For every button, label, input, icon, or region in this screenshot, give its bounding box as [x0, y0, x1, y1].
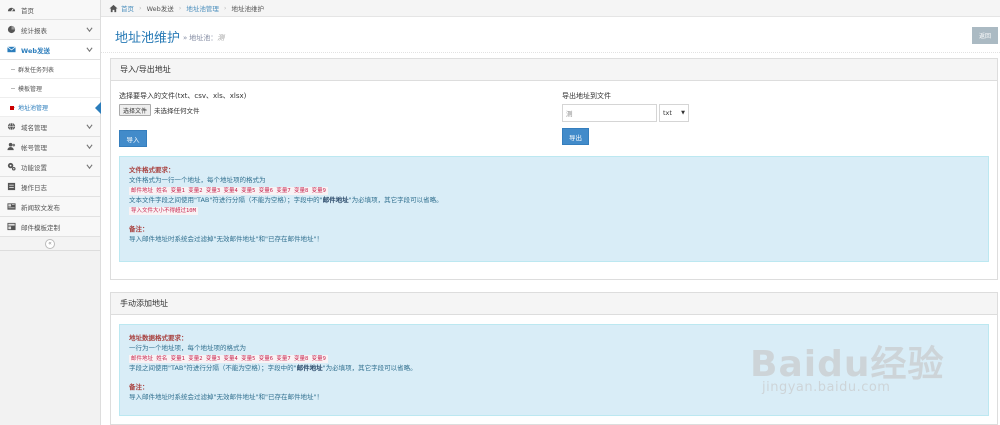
sidebar-item-settings[interactable]: 功能设置	[0, 157, 100, 177]
info-text: 字段之间使用"TAB"符进行分隔（不能为空格）；字段中的"	[129, 364, 297, 372]
export-format-select[interactable]: txt ▼	[659, 104, 689, 122]
info-bold: 邮件地址	[296, 364, 323, 372]
sidebar-subitem-template-manage[interactable]: 模板管理	[0, 79, 100, 98]
cogs-icon	[6, 162, 16, 172]
note-text: 导入邮件地址时系统会过滤掉"无效邮件地址"和"已存在邮件地址"！	[129, 393, 323, 401]
template-icon	[6, 222, 16, 232]
breadcrumb-separator: ›	[178, 4, 182, 12]
file-status: 未选择任何文件	[154, 107, 200, 115]
chevron-down-icon	[86, 27, 93, 33]
sidebar-item-web-send[interactable]: Web发送	[0, 40, 100, 60]
info-title: 文件格式要求：	[129, 166, 175, 174]
globe-icon	[6, 122, 16, 132]
home-icon	[109, 4, 118, 12]
panel-title: 导入/导出地址	[111, 59, 997, 81]
caret-down-icon: ▼	[681, 110, 685, 116]
chevron-down-icon	[86, 47, 93, 53]
chevron-down-icon	[86, 164, 93, 170]
sidebar-subitem-label: 地址池管理	[18, 104, 49, 112]
sidebar-item-label: Web发送	[21, 46, 50, 55]
format-code: 邮件地址 姓名 变量1 变量2 变量3 变量4 变量5 变量6 变量7 变量8 …	[129, 187, 328, 195]
sidebar-item-label: 帐号管理	[21, 143, 47, 152]
sidebar-item-label: 邮件模板定制	[21, 223, 60, 232]
sidebar: 首页 统计报表 Web发送 群发任务列表 模板管理 地址池管理 域名管理 帐号管…	[0, 0, 101, 425]
import-button[interactable]: 导入	[119, 130, 147, 147]
envelope-icon	[6, 45, 16, 55]
note-title: 备注：	[129, 225, 149, 233]
info-text: "为必填项，其它字段可以省略。	[322, 364, 417, 372]
file-format-info-box: 文件格式要求： 文件格式为一行一个地址，每个地址项的格式为 邮件地址 姓名 变量…	[119, 156, 989, 262]
breadcrumb: 首页 › Web发送 › 地址池管理 › 地址池维护	[101, 0, 1000, 17]
info-line: 文件格式为一行一个地址，每个地址项的格式为	[129, 176, 266, 184]
info-title: 地址数据格式要求：	[129, 334, 188, 342]
sidebar-item-label: 域名管理	[21, 123, 47, 132]
info-text: "为必填项，其它字段可以省略。	[348, 196, 443, 204]
note-title: 备注：	[129, 383, 149, 391]
active-marker	[10, 106, 14, 110]
address-format-info-box: 地址数据格式要求： 一行为一个地址项，每个地址项的格式为 邮件地址 姓名 变量1…	[119, 324, 989, 416]
sidebar-item-news-publish[interactable]: 新闻软文发布	[0, 197, 100, 217]
tachometer-icon	[6, 5, 16, 15]
users-icon	[6, 142, 16, 152]
sidebar-item-label: 统计报表	[21, 26, 47, 35]
sidebar-item-mail-template[interactable]: 邮件模板定制	[0, 217, 100, 237]
sidebar-item-label: 新闻软文发布	[21, 203, 60, 212]
breadcrumb-current: 地址池维护	[231, 5, 265, 13]
format-code: 邮件地址 姓名 变量1 变量2 变量3 变量4 变量5 变量6 变量7 变量8 …	[129, 355, 328, 363]
sidebar-item-account[interactable]: 帐号管理	[0, 137, 100, 157]
sidebar-subitem-label: 模板管理	[18, 85, 43, 93]
choose-file-button[interactable]: 选择文件	[119, 104, 152, 116]
page-header: 地址池维护 » 地址池：测 返回	[101, 17, 1000, 53]
collapse-sidebar-button[interactable]: «	[45, 238, 55, 249]
sidebar-subitem-label: 群发任务列表	[18, 66, 55, 74]
manual-add-panel: 手动添加地址 地址数据格式要求： 一行为一个地址项，每个地址项的格式为 邮件地址…	[110, 292, 998, 425]
chevron-down-icon	[86, 144, 93, 150]
note-text: 导入邮件地址时系统会过滤掉"无效邮件地址"和"已存在邮件地址"！	[129, 235, 323, 243]
list-icon	[6, 182, 16, 192]
info-bold: 邮件地址	[322, 196, 349, 204]
pie-chart-icon	[6, 25, 16, 35]
info-line: 一行为一个地址项，每个地址项的格式为	[129, 344, 246, 352]
breadcrumb-web-send: Web发送	[146, 5, 174, 13]
breadcrumb-home-link[interactable]: 首页	[121, 3, 134, 13]
subtitle-arrow: »	[183, 34, 188, 42]
file-input[interactable]: 选择文件 未选择任何文件	[119, 104, 200, 116]
export-button[interactable]: 导出	[562, 128, 589, 145]
subtitle-pool-name: 测	[217, 34, 225, 42]
info-line: 字段之间使用"TAB"符进行分隔（不能为空格）；字段中的"邮件地址"为必填项，其…	[129, 363, 979, 373]
page-title: 地址池维护	[115, 31, 181, 46]
sidebar-collapse-bar: «	[0, 237, 100, 251]
subtitle-prefix: 地址池：	[189, 34, 218, 42]
newspaper-icon	[6, 202, 16, 212]
export-file-label: 导出地址到文件	[562, 92, 611, 100]
export-name-input[interactable]: 测	[562, 104, 657, 122]
breadcrumb-separator: ›	[223, 4, 227, 12]
sidebar-item-domain[interactable]: 域名管理	[0, 117, 100, 137]
sidebar-item-home[interactable]: 首页	[0, 0, 100, 20]
return-button[interactable]: 返回	[972, 27, 998, 44]
page-subtitle: » 地址池：测	[183, 33, 224, 43]
import-export-panel: 导入/导出地址 选择要导入的文件(txt、csv、xls、xlsx) 选择文件 …	[110, 58, 998, 280]
chevron-down-icon	[86, 124, 93, 130]
breadcrumb-address-pool-link[interactable]: 地址池管理	[186, 3, 219, 13]
panel-title: 手动添加地址	[111, 293, 997, 315]
breadcrumb-separator: ›	[139, 4, 142, 12]
info-text: 文本文件字段之间使用"TAB"符进行分隔（不能为空格）；字段中的"	[129, 196, 323, 204]
sidebar-item-label: 操作日志	[21, 183, 47, 192]
sidebar-subitem-mass-task-list[interactable]: 群发任务列表	[0, 60, 100, 79]
sidebar-item-label: 首页	[21, 6, 34, 15]
sidebar-subitem-address-pool[interactable]: 地址池管理	[0, 98, 101, 117]
import-file-label: 选择要导入的文件(txt、csv、xls、xlsx)	[119, 92, 247, 100]
export-format-value: txt	[663, 109, 672, 117]
sidebar-item-operation-log[interactable]: 操作日志	[0, 177, 100, 197]
sidebar-item-label: 功能设置	[21, 163, 47, 172]
info-line: 文本文件字段之间使用"TAB"符进行分隔（不能为空格）；字段中的"邮件地址"为必…	[129, 195, 979, 205]
sidebar-item-stats[interactable]: 统计报表	[0, 20, 100, 40]
size-limit-code: 导入文件大小不得超过10M	[129, 207, 198, 215]
